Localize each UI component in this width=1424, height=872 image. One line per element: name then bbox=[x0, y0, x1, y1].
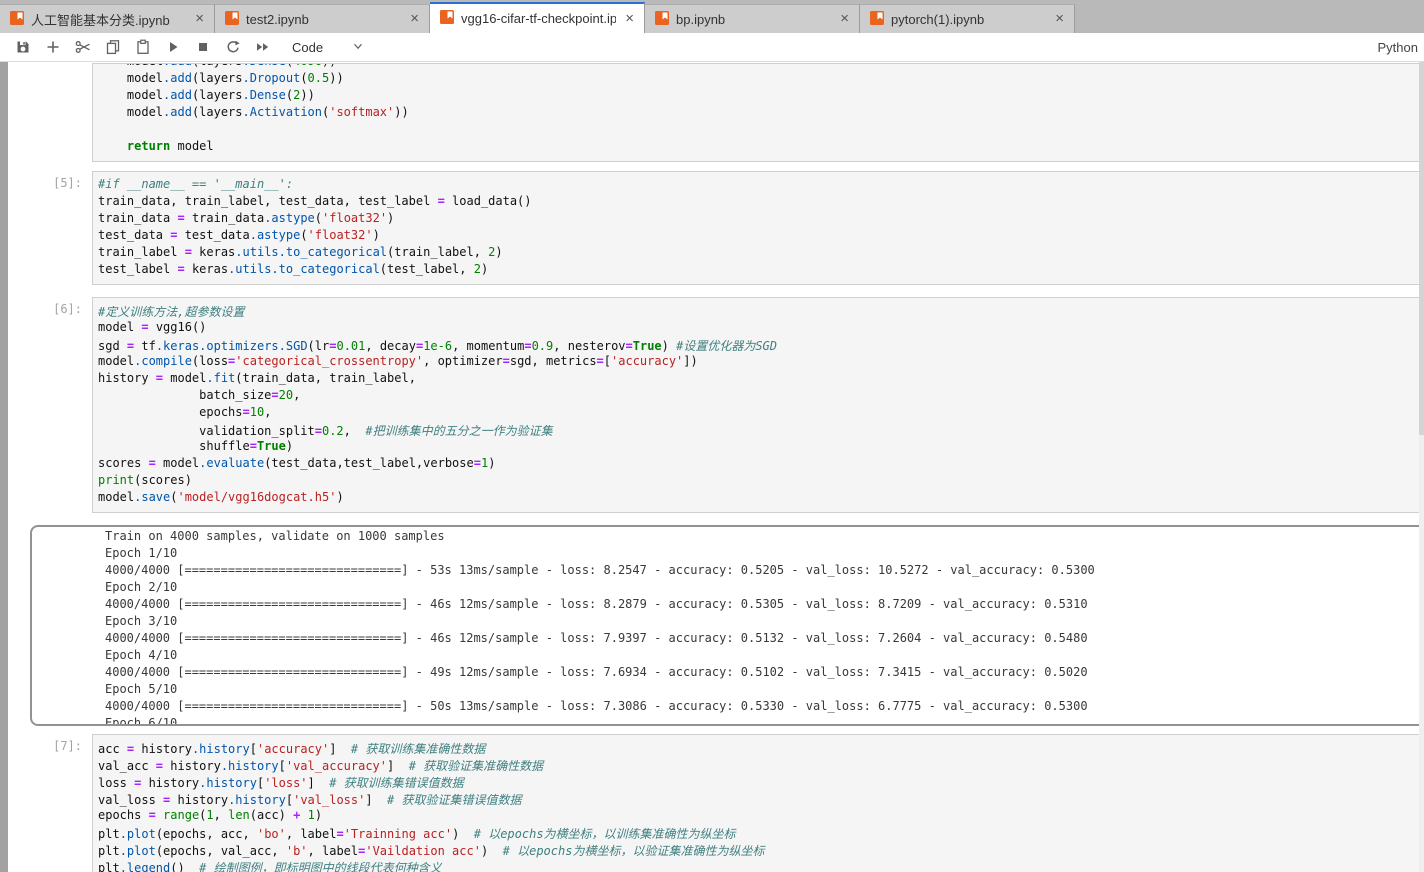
output-line: 4000/4000 [=============================… bbox=[105, 563, 1095, 577]
cut-cells-button[interactable] bbox=[68, 35, 98, 59]
code-cell: model.add(layers.Dense(4096)) model.add(… bbox=[8, 63, 1424, 162]
tab-close-icon[interactable]: × bbox=[623, 11, 636, 26]
run-button[interactable] bbox=[158, 35, 188, 59]
tab-label: test2.ipynb bbox=[246, 11, 309, 27]
output-line: 4000/4000 [=============================… bbox=[105, 597, 1088, 611]
output-line: 4000/4000 [=============================… bbox=[105, 665, 1088, 679]
add-cell-button[interactable] bbox=[38, 35, 68, 59]
cell-type-dropdown[interactable]: Code bbox=[292, 39, 365, 56]
execution-count: [6]: bbox=[53, 302, 82, 316]
tab-close-icon[interactable]: × bbox=[193, 11, 206, 26]
code-cell: [7]: acc = history.history['accuracy'] # … bbox=[8, 734, 1424, 872]
cell-type-label: Code bbox=[292, 39, 324, 55]
plus-icon bbox=[45, 39, 61, 55]
notebook-icon bbox=[870, 10, 884, 28]
save-icon bbox=[15, 39, 31, 55]
code-editor[interactable]: acc = history.history['accuracy'] # 获取训练… bbox=[92, 734, 1424, 872]
code-cell: [5]: #if __name__ == '__main__': train_dat… bbox=[8, 171, 1424, 285]
output-line: Epoch 4/10 bbox=[105, 648, 178, 662]
output-line: Epoch 5/10 bbox=[105, 682, 178, 696]
output-line: Epoch 3/10 bbox=[105, 614, 178, 628]
tab-4[interactable]: bp.ipynb × bbox=[645, 4, 860, 33]
tab-1[interactable]: 人工智能基本分类.ipynb × bbox=[0, 4, 215, 33]
tab-close-icon[interactable]: × bbox=[408, 11, 421, 26]
notebook-icon bbox=[10, 10, 24, 28]
tab-2[interactable]: test2.ipynb × bbox=[215, 4, 430, 33]
notebook-scroll-area: model.add(layers.Dense(4096)) model.add(… bbox=[8, 62, 1424, 872]
output-line: Epoch 6/10 bbox=[105, 716, 178, 726]
stop-icon bbox=[195, 39, 211, 55]
execution-count: [5]: bbox=[53, 176, 82, 190]
restart-kernel-button[interactable] bbox=[218, 35, 248, 59]
code-editor[interactable]: model.add(layers.Dense(4096)) model.add(… bbox=[92, 63, 1424, 162]
tab-5[interactable]: pytorch(1).ipynb × bbox=[860, 4, 1075, 33]
kernel-name: Python bbox=[1377, 39, 1418, 55]
notebook-icon bbox=[655, 10, 669, 28]
output-area[interactable]: Train on 4000 samples, validate on 1000 … bbox=[30, 525, 1424, 726]
interrupt-kernel-button[interactable] bbox=[188, 35, 218, 59]
play-icon bbox=[165, 39, 181, 55]
restart-run-all-button[interactable] bbox=[248, 35, 278, 59]
execution-count: [7]: bbox=[53, 739, 82, 753]
code-editor[interactable]: #if __name__ == '__main__': train_data, t… bbox=[92, 171, 1424, 285]
code-cell: [6]: #定义训练方法,超参数设置 model = vgg16() sgd = tf… bbox=[8, 297, 1424, 513]
paste-cells-button[interactable] bbox=[128, 35, 158, 59]
output-line: Epoch 1/10 bbox=[105, 546, 178, 560]
copy-icon bbox=[105, 39, 121, 55]
code-editor[interactable]: #定义训练方法,超参数设置 model = vgg16() sgd = tf.ker… bbox=[92, 297, 1424, 513]
tab-bar: 人工智能基本分类.ipynb × test2.ipynb × vgg16-cifar-t… bbox=[0, 0, 1424, 33]
output-line: Train on 4000 samples, validate on 1000 … bbox=[105, 529, 445, 543]
vertical-scrollbar[interactable] bbox=[1419, 62, 1424, 872]
notebook-icon bbox=[225, 10, 239, 28]
restart-icon bbox=[225, 39, 241, 55]
tab-close-icon[interactable]: × bbox=[838, 11, 851, 26]
save-button[interactable] bbox=[8, 35, 38, 59]
notebook-panel: model.add(layers.Dense(4096)) model.add(… bbox=[0, 62, 1424, 872]
paste-icon bbox=[135, 39, 151, 55]
output-line: 4000/4000 [=============================… bbox=[105, 699, 1088, 713]
notebook-icon bbox=[440, 10, 454, 27]
chevron-down-icon bbox=[351, 39, 365, 56]
left-sidebar-strip bbox=[0, 62, 8, 872]
output-line: Epoch 2/10 bbox=[105, 580, 178, 594]
tab-label: vgg16-cifar-tf-checkpoint.ipy bbox=[461, 11, 617, 26]
tab-3[interactable]: vgg16-cifar-tf-checkpoint.ipy × bbox=[430, 2, 645, 33]
tab-label: 人工智能基本分类.ipynb bbox=[31, 12, 170, 28]
fast-forward-icon bbox=[254, 39, 272, 55]
execution-count bbox=[8, 63, 92, 162]
scissors-icon bbox=[75, 39, 92, 55]
output-line: 4000/4000 [=============================… bbox=[105, 631, 1088, 645]
tab-label: bp.ipynb bbox=[676, 11, 726, 27]
copy-cells-button[interactable] bbox=[98, 35, 128, 59]
tab-close-icon[interactable]: × bbox=[1053, 11, 1066, 26]
notebook-toolbar: Code Python bbox=[0, 33, 1424, 62]
tab-label: pytorch(1).ipynb bbox=[891, 11, 985, 27]
scrollbar-thumb[interactable] bbox=[1419, 62, 1424, 435]
